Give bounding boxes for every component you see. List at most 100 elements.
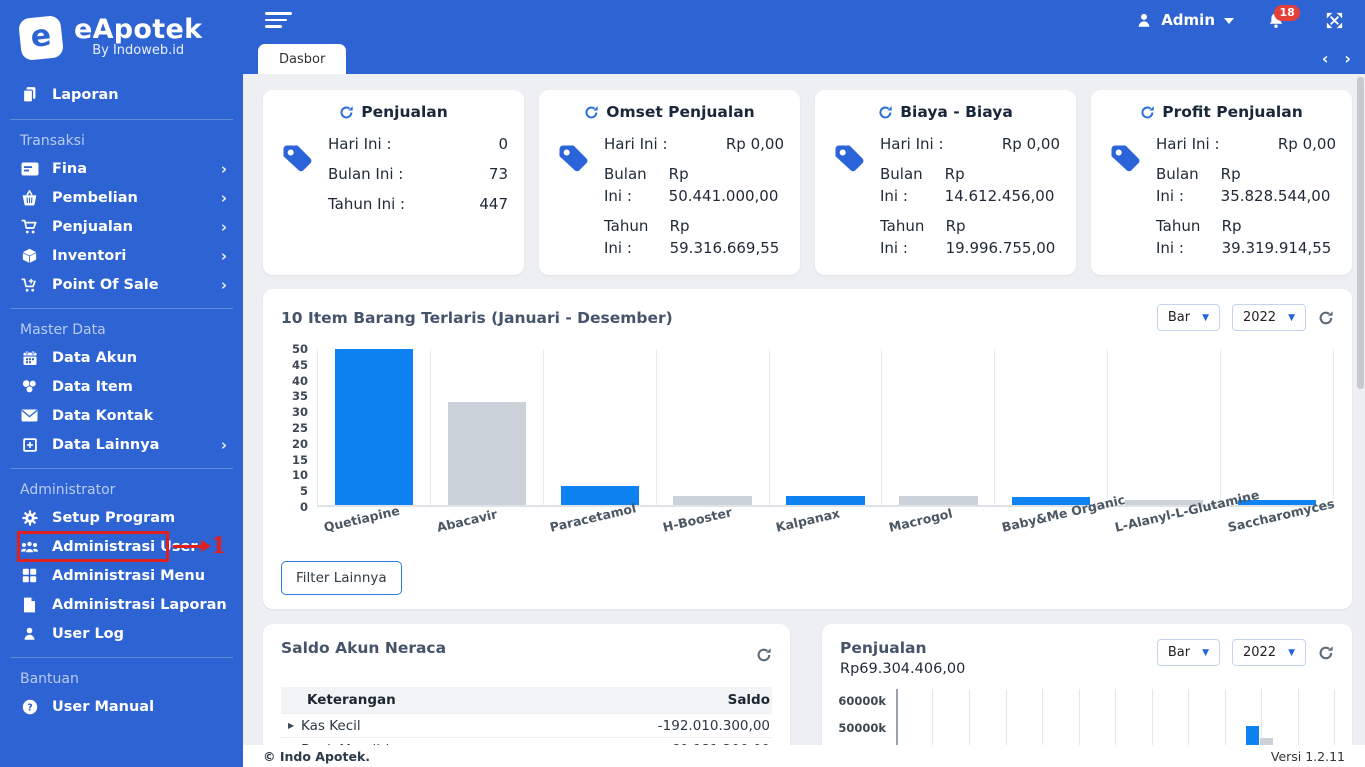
bar <box>1246 726 1260 745</box>
balance-table: Keterangan Saldo ▶ Kas Kecil -192.010.300,… <box>281 687 772 745</box>
envelope-icon <box>20 407 39 424</box>
chevron-right-icon: › <box>220 159 227 178</box>
sidebar-item-pembelian[interactable]: Pembelian › <box>0 183 243 212</box>
pills-icon <box>20 378 39 395</box>
sidebar-item-data-akun[interactable]: Data Akun <box>0 343 243 372</box>
sidebar-item-data-lainnya[interactable]: Data Lainnya › <box>0 430 243 459</box>
sales-chart-title: Penjualan <box>840 639 927 657</box>
scrollbar-track[interactable] <box>1356 74 1365 745</box>
svg-text:?: ? <box>27 702 33 713</box>
filter-lainnya-button[interactable]: Filter Lainnya <box>281 561 402 595</box>
user-icon <box>1136 12 1152 28</box>
bar <box>447 402 526 505</box>
sidebar-item-administrasi-user[interactable]: Administrasi User 1 <box>0 531 243 562</box>
row-expand-icon[interactable]: ▶ <box>281 737 301 745</box>
tab-scroll-right-icon[interactable]: › <box>1344 51 1351 67</box>
stat-label: Bulan Ini : <box>604 165 647 205</box>
row-expand-icon[interactable]: ▶ <box>281 713 301 738</box>
account-balance: -192.010.300,00 <box>602 713 772 738</box>
cart-icon <box>20 218 39 235</box>
sidebar-item-data-item[interactable]: Data Item <box>0 372 243 401</box>
sales-chart-card: Penjualan Rp69.304.406,00 Bar ▼ 2022 ▼ 6… <box>822 624 1352 745</box>
sidebar-item-inventori[interactable]: Inventori › <box>0 241 243 270</box>
account-name: Kas Kecil <box>301 713 603 738</box>
refresh-icon[interactable] <box>1140 105 1155 120</box>
question-circle-icon: ? <box>20 698 39 715</box>
x-axis-label: Macrogol <box>887 505 954 535</box>
stat-value: Rp 0,00 <box>1277 135 1336 153</box>
year-select[interactable]: 2022 ▼ <box>1231 639 1306 666</box>
sidebar-item-label: Data Kontak <box>52 407 154 424</box>
y-axis: 60000k50000k40000k30000k <box>838 694 886 735</box>
stat-label: Bulan Ini : <box>880 165 923 205</box>
grid-icon <box>20 567 39 584</box>
chevron-right-icon: › <box>220 275 227 294</box>
year-value: 2022 <box>1242 645 1277 660</box>
refresh-icon[interactable] <box>584 105 599 120</box>
sidebar-item-label: Administrasi User <box>52 538 198 555</box>
section-title-administrator: Administrator <box>20 482 116 498</box>
x-axis-labels: Quetiapine Abacavir Paracetamol H-Booster Ka… <box>317 487 1335 553</box>
fullscreen-button[interactable] <box>1326 12 1343 29</box>
sidebar-item-label: User Manual <box>52 698 155 715</box>
sidebar-item-user-manual[interactable]: ? User Manual <box>0 692 243 721</box>
stat-card-profit-penjualan: Profit Penjualan Hari Ini : Rp 0,00 Bulan… <box>1091 90 1352 275</box>
x-axis-label: Abacavir <box>435 506 499 535</box>
sidebar-item-label: Administrasi Laporan <box>52 596 227 613</box>
tab-dasbor[interactable]: Dasbor <box>258 44 347 74</box>
sidebar-item-administrasi-laporan[interactable]: Administrasi Laporan <box>0 590 243 619</box>
refresh-icon[interactable] <box>1318 310 1334 326</box>
stat-card-penjualan: Penjualan Hari Ini : 0 Bulan Ini : 73 Tahu… <box>263 90 524 275</box>
refresh-icon[interactable] <box>878 105 893 120</box>
user-menu[interactable]: Admin <box>1136 11 1234 29</box>
stat-label: Tahun Ini : <box>328 195 406 213</box>
sidebar-item-data-kontak[interactable]: Data Kontak <box>0 401 243 430</box>
refresh-icon[interactable] <box>1318 645 1334 661</box>
stat-label: Hari Ini : <box>1156 135 1220 153</box>
chart-type-select[interactable]: Bar ▼ <box>1156 639 1220 666</box>
x-axis-label: Kalpanax <box>774 505 841 535</box>
stat-value: Rp 14.612.456,00 <box>944 165 1055 205</box>
cart-plus-icon <box>20 276 39 293</box>
sidebar-item-fina[interactable]: Fina › <box>0 154 243 183</box>
stat-card-title: Omset Penjualan <box>606 103 755 121</box>
stat-card-omset-penjualan: Omset Penjualan Hari Ini : Rp 0,00 Bulan … <box>539 90 800 275</box>
stat-value: Rp 0,00 <box>725 135 784 153</box>
sidebar-item-point-of-sale[interactable]: Point Of Sale › <box>0 270 243 299</box>
stat-label: Tahun Ini : <box>880 217 925 257</box>
year-select[interactable]: 2022 ▼ <box>1231 304 1306 331</box>
chart-type-select[interactable]: Bar ▼ <box>1156 304 1220 331</box>
sidebar-item-user-log[interactable]: User Log <box>0 619 243 648</box>
refresh-icon[interactable] <box>756 647 772 663</box>
refresh-icon[interactable] <box>339 105 354 120</box>
bar-column <box>655 349 769 505</box>
sidebar-item-label: Point Of Sale <box>52 276 159 293</box>
bar <box>1260 737 1274 745</box>
scrollbar-thumb[interactable] <box>1357 77 1364 389</box>
sidebar-item-label: Setup Program <box>52 509 176 526</box>
brand: e eApotek By Indoweb.id <box>0 0 243 65</box>
box-icon <box>20 247 39 264</box>
sidebar-item-label: Administrasi Menu <box>52 567 206 584</box>
tab-scroll-left-icon[interactable]: ‹ <box>1322 51 1329 67</box>
caret-down-icon: ▼ <box>1288 647 1295 658</box>
x-axis-label: H-Booster <box>661 504 734 535</box>
stat-label: Tahun Ini : <box>1156 217 1201 257</box>
logo-letter: e <box>28 17 53 55</box>
report-icon <box>20 86 39 103</box>
hamburger-menu-icon[interactable] <box>263 8 294 32</box>
stat-card-title: Penjualan <box>361 103 448 121</box>
gear-icon <box>20 509 39 526</box>
sidebar-item-administrasi-menu[interactable]: Administrasi Menu <box>0 561 243 590</box>
chevron-right-icon: › <box>220 188 227 207</box>
caret-down-icon: ▼ <box>1202 647 1209 658</box>
table-row[interactable]: ▶ Kas Kecil -192.010.300,00 <box>281 713 772 738</box>
sidebar-item-laporan[interactable]: Laporan <box>0 79 243 110</box>
sidebar-item-penjualan[interactable]: Penjualan › <box>0 212 243 241</box>
bar-column <box>317 349 430 505</box>
notifications-button[interactable]: 18 <box>1268 4 1301 29</box>
sidebar-item-setup-program[interactable]: Setup Program <box>0 503 243 532</box>
bar-column <box>768 349 882 505</box>
bar <box>899 495 978 505</box>
table-row[interactable]: ▶Bank Mandiri60.981.200,00 <box>281 737 772 745</box>
